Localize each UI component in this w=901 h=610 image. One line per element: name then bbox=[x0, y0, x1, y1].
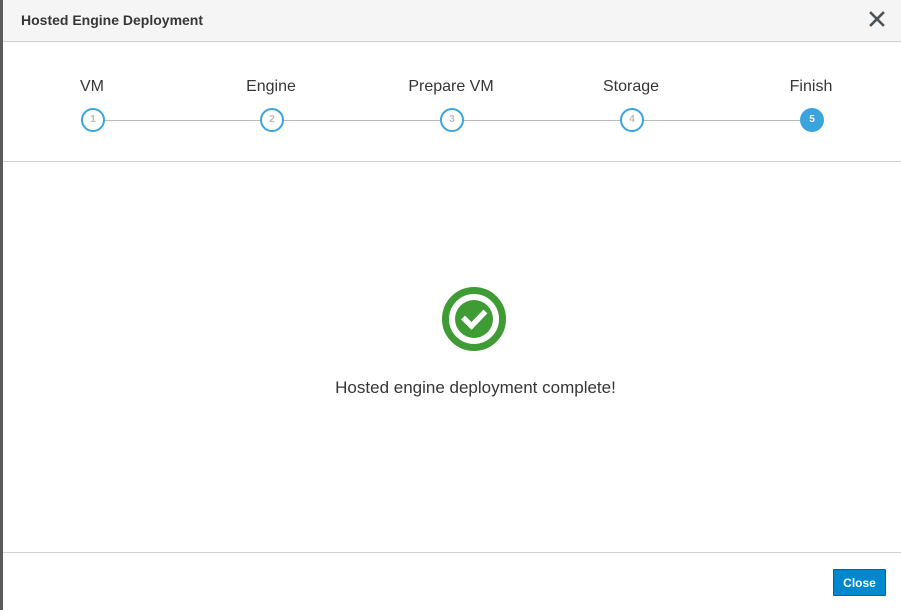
hosted-engine-deployment-dialog: Hosted Engine Deployment VM 1 Engine 2 P… bbox=[3, 0, 901, 610]
close-button[interactable]: Close bbox=[833, 569, 886, 596]
check-circle-icon bbox=[441, 286, 507, 352]
wizard-step-finish[interactable]: Finish 5 bbox=[741, 42, 881, 142]
close-icon[interactable] bbox=[867, 9, 887, 29]
wizard-step-prepare-vm[interactable]: Prepare VM 3 bbox=[381, 42, 521, 142]
step-number: 4 bbox=[620, 108, 644, 132]
dialog-header: Hosted Engine Deployment bbox=[3, 0, 901, 42]
wizard-step-storage[interactable]: Storage 4 bbox=[561, 42, 701, 142]
dialog-title: Hosted Engine Deployment bbox=[21, 12, 204, 28]
step-label: VM bbox=[80, 78, 104, 95]
step-number: 1 bbox=[81, 108, 105, 132]
step-label: Engine bbox=[246, 78, 296, 95]
dialog-footer: Close bbox=[3, 552, 901, 610]
step-label: Storage bbox=[602, 78, 660, 95]
step-number: 2 bbox=[260, 108, 284, 132]
step-number: 5 bbox=[800, 108, 824, 132]
wizard-steps: VM 1 Engine 2 Prepare VM 3 Storage 4 Fin… bbox=[3, 42, 901, 162]
deployment-result: Hosted engine deployment complete! bbox=[3, 162, 901, 552]
success-message: Hosted engine deployment complete! bbox=[335, 378, 616, 397]
wizard-step-engine[interactable]: Engine 2 bbox=[201, 42, 341, 142]
step-number: 3 bbox=[440, 108, 464, 132]
step-label: Finish bbox=[789, 78, 833, 95]
step-label: Prepare VM bbox=[408, 78, 494, 95]
wizard-step-vm[interactable]: VM 1 bbox=[22, 42, 162, 142]
